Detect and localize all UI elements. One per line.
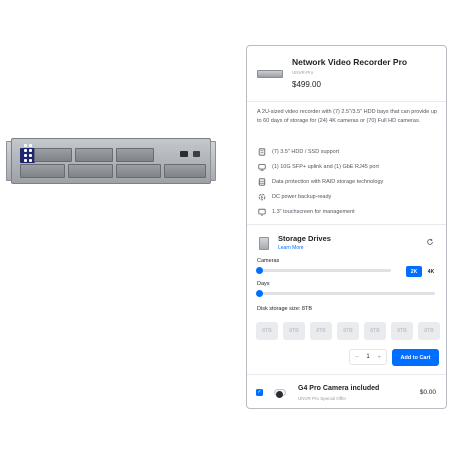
feature-item: (1) 10G SFP+ uplink and (1) GbE RJ45 por… <box>257 159 443 174</box>
feature-list: (7) 3.5" HDD / SSD support (1) 10G SFP+ … <box>257 144 443 219</box>
nvr-rack-unit <box>11 138 211 184</box>
quantity-value[interactable]: 1 <box>366 354 369 360</box>
quantity-stepper: − 1 + <box>349 349 387 365</box>
divider <box>247 374 446 375</box>
feature-item: (7) 3.5" HDD / SSD support <box>257 144 443 159</box>
rack-ear-right <box>210 141 216 181</box>
disk-option[interactable]: 8TB <box>391 322 413 340</box>
camera-body <box>274 389 286 398</box>
feature-text: DC power backup-ready <box>272 193 332 200</box>
feature-item: 1.3" touchscreen for management <box>257 204 443 219</box>
drive-bay <box>116 148 154 162</box>
bundle-subtitle: UNVR Pro Special Offer <box>298 396 347 401</box>
camera-icon <box>271 388 289 398</box>
disk-size-label: Disk storage size: 8TB <box>257 306 313 312</box>
cameras-slider-handle[interactable] <box>256 267 263 274</box>
camera-lens <box>276 391 283 398</box>
disk-option[interactable]: 8TB <box>283 322 305 340</box>
bundle-price: $0.00 <box>419 389 436 396</box>
increment-button[interactable]: + <box>377 354 381 361</box>
days-slider[interactable] <box>256 290 435 297</box>
hdd-icon <box>257 147 266 156</box>
storage-drive-icon <box>259 237 269 250</box>
raid-storage-icon <box>257 177 266 186</box>
decrement-button[interactable]: − <box>355 354 359 361</box>
refresh-icon[interactable] <box>426 238 434 246</box>
product-description: A 2U-sized video recorder with (7) 2.5"/… <box>257 109 437 124</box>
disk-option[interactable]: 8TB <box>418 322 440 340</box>
divider <box>247 101 446 102</box>
rj45-port-icon <box>180 151 188 157</box>
divider <box>247 224 446 225</box>
product-thumbnail <box>257 70 283 78</box>
resolution-2k-button[interactable]: 2K <box>406 266 422 277</box>
disk-option[interactable]: 8TB <box>337 322 359 340</box>
learn-more-link[interactable]: Learn More <box>278 245 304 251</box>
touchscreen-icon <box>257 207 266 216</box>
feature-text: Data protection with RAID storage techno… <box>272 178 384 185</box>
sfp-port-icon <box>193 151 200 157</box>
disk-options: 8TB 8TB 8TB 8TB 8TB 8TB 8TB <box>256 322 440 340</box>
cameras-label: Cameras <box>257 258 280 264</box>
add-to-cart-button[interactable]: Add to Cart <box>392 349 439 366</box>
feature-text: (1) 10G SFP+ uplink and (1) GbE RJ45 por… <box>272 163 379 170</box>
bundle-checkbox[interactable]: ✓ <box>256 389 263 396</box>
product-sku: UNVR-Pro <box>292 70 314 75</box>
ubiquiti-logo-icon <box>20 144 35 167</box>
product-card: Network Video Recorder Pro UNVR-Pro $499… <box>246 45 447 409</box>
feature-text: 1.3" touchscreen for management <box>272 208 355 215</box>
feature-item: DC power backup-ready <box>257 189 443 204</box>
disk-option[interactable]: 8TB <box>364 322 386 340</box>
drive-bay <box>68 164 113 178</box>
network-port-icon <box>257 162 266 171</box>
days-label: Days <box>257 281 270 287</box>
product-price: $499.00 <box>292 80 321 89</box>
drive-bay <box>75 148 113 162</box>
disk-option[interactable]: 8TB <box>256 322 278 340</box>
disk-option[interactable]: 8TB <box>310 322 332 340</box>
feature-text: (7) 3.5" HDD / SSD support <box>272 148 340 155</box>
cameras-slider[interactable] <box>256 267 391 274</box>
storage-title: Storage Drives <box>278 234 331 243</box>
bundle-title: G4 Pro Camera included <box>298 385 380 392</box>
drive-bay <box>164 164 206 178</box>
drive-bay <box>34 148 72 162</box>
drive-bay <box>116 164 161 178</box>
product-image <box>6 138 216 184</box>
resolution-4k-button[interactable]: 4K <box>424 266 438 277</box>
power-backup-icon <box>257 192 266 201</box>
feature-item: Data protection with RAID storage techno… <box>257 174 443 189</box>
product-title: Network Video Recorder Pro <box>292 57 408 67</box>
drive-bay <box>20 164 65 178</box>
days-slider-handle[interactable] <box>256 290 263 297</box>
